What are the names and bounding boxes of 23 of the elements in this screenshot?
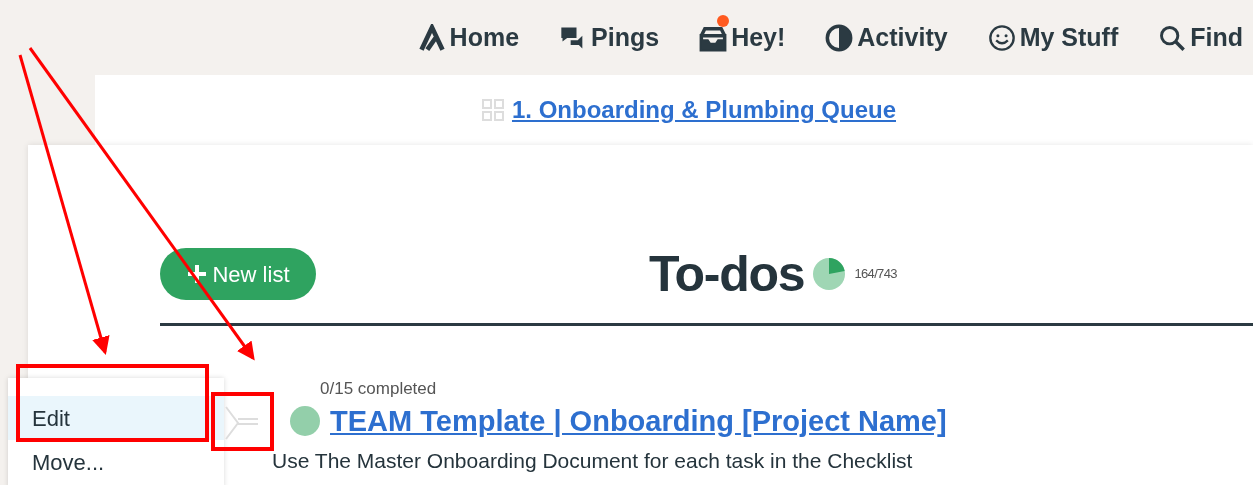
logo-icon [417, 23, 446, 52]
grid-icon [482, 99, 504, 121]
nav-link[interactable]: Find [1158, 18, 1243, 57]
page-title: To-dos [649, 244, 805, 304]
drag-handle-icon[interactable] [224, 405, 260, 441]
list-title-link[interactable]: TEAM Template | Onboarding [Project Name] [330, 399, 947, 443]
nav-link[interactable]: My Stuff [987, 18, 1119, 57]
menu-item[interactable]: Move... [8, 440, 224, 484]
search-icon [1158, 23, 1187, 52]
menu-item[interactable]: Edit [8, 396, 224, 440]
list-description: Use The Master Onboarding Document for each task in the Checklist [272, 448, 914, 474]
breadcrumb-link[interactable]: 1. Onboarding & Plumbing Queue [512, 92, 896, 128]
nav-link[interactable]: Hey! [699, 18, 786, 57]
plus-icon [186, 263, 209, 285]
nav-link[interactable]: Home [417, 18, 520, 57]
highlight-frame [211, 392, 274, 451]
progress-count: 164/743 [854, 265, 897, 284]
progress-pie [812, 257, 847, 291]
smiley-icon [987, 23, 1016, 52]
half-circle-icon [825, 23, 854, 52]
nav-link[interactable]: Pings [559, 18, 660, 57]
completed-count: 0/15 completed [320, 378, 438, 400]
nav-link[interactable]: Activity [825, 18, 948, 57]
